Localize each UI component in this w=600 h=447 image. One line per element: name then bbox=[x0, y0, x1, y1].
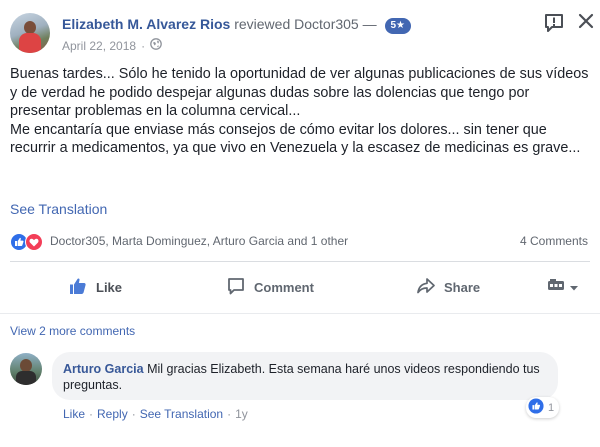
comment-reaction-count[interactable]: 1 bbox=[526, 397, 560, 418]
comment-button[interactable]: Comment bbox=[226, 276, 314, 299]
header-verb: reviewed bbox=[234, 16, 291, 32]
separator-dot: · bbox=[131, 407, 136, 421]
share-button[interactable]: Share bbox=[416, 276, 480, 299]
chevron-down-icon bbox=[569, 279, 579, 297]
rating-badge: 5★ bbox=[384, 18, 412, 34]
page-name-link[interactable]: Doctor305 bbox=[294, 16, 359, 32]
post-header: Elizabeth M. Alvarez Rios reviewed Docto… bbox=[62, 16, 412, 34]
comment-like-link[interactable]: Like bbox=[63, 407, 85, 421]
like-reaction-icon bbox=[528, 398, 544, 417]
close-icon[interactable] bbox=[576, 11, 596, 31]
comment-actions: Like · Reply · See Translation · 1y bbox=[63, 407, 248, 421]
post-body-text: Buenas tardes... Sólo he tenido la oport… bbox=[10, 66, 589, 157]
author-name-link[interactable]: Elizabeth M. Alvarez Rios bbox=[62, 16, 230, 32]
separator-dot: · bbox=[227, 407, 232, 421]
reaction-names-link[interactable]: Doctor305, Marta Dominguez, Arturo Garci… bbox=[50, 234, 348, 248]
thumb-up-icon bbox=[68, 276, 88, 299]
love-reaction-icon bbox=[25, 233, 43, 256]
globe-icon bbox=[150, 38, 162, 53]
comment-reply-link[interactable]: Reply bbox=[97, 407, 128, 421]
audience-icon bbox=[546, 278, 566, 297]
like-button[interactable]: Like bbox=[68, 276, 122, 299]
reactions-summary[interactable] bbox=[10, 233, 43, 256]
divider bbox=[0, 313, 600, 314]
header-dash: — bbox=[362, 16, 377, 32]
share-button-label: Share bbox=[444, 280, 481, 295]
post-date-link[interactable]: April 22, 2018 bbox=[62, 39, 136, 53]
comment-button-label: Comment bbox=[254, 280, 314, 295]
like-button-label: Like bbox=[96, 280, 123, 295]
comment-bubble-icon bbox=[226, 276, 246, 299]
report-icon[interactable] bbox=[543, 12, 565, 34]
comment-author-link[interactable]: Arturo Garcia bbox=[63, 362, 144, 376]
separator-dot: · bbox=[89, 407, 94, 421]
share-arrow-icon bbox=[416, 276, 436, 299]
audience-selector[interactable] bbox=[546, 278, 579, 297]
divider bbox=[10, 261, 590, 262]
author-avatar[interactable] bbox=[10, 13, 50, 53]
action-bar: Like Comment Share bbox=[10, 266, 590, 306]
comment-text: Arturo Garcia Mil gracias Elizabeth. Est… bbox=[63, 361, 543, 393]
comment-see-translation-link[interactable]: See Translation bbox=[140, 407, 223, 421]
post-meta: April 22, 2018 · bbox=[62, 38, 162, 53]
meta-dot: · bbox=[141, 38, 146, 53]
comment-reaction-number: 1 bbox=[548, 401, 555, 414]
view-more-comments-link[interactable]: View 2 more comments bbox=[10, 324, 135, 338]
comment-timestamp-link[interactable]: 1y bbox=[235, 407, 248, 421]
see-translation-link[interactable]: See Translation bbox=[10, 201, 107, 217]
commenter-avatar[interactable] bbox=[10, 353, 42, 385]
comments-count-link[interactable]: 4 Comments bbox=[520, 234, 588, 248]
